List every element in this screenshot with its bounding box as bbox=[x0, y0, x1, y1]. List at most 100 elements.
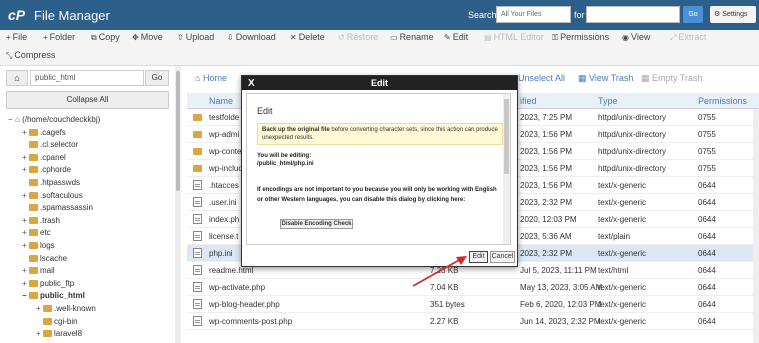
tree-scrollbar-thumb[interactable] bbox=[176, 71, 180, 191]
compress-button[interactable]: ⤡ Compress bbox=[6, 50, 55, 61]
expand-icon[interactable]: + bbox=[22, 265, 29, 277]
copy-icon: ⧉ bbox=[91, 33, 97, 42]
tree-item[interactable]: − public_html bbox=[22, 290, 85, 302]
tree-item[interactable]: cgi-bin bbox=[36, 316, 78, 328]
new-file-button[interactable]: + File bbox=[6, 32, 27, 42]
download-label: Download bbox=[235, 32, 276, 42]
collapse-icon[interactable]: − bbox=[22, 290, 29, 302]
path-input[interactable]: public_html bbox=[30, 70, 144, 86]
expand-icon[interactable]: + bbox=[22, 227, 29, 239]
path-go-button[interactable]: Go bbox=[145, 70, 169, 86]
unselect-all-link[interactable]: Unselect All bbox=[518, 73, 565, 83]
tree-item[interactable]: + .cphorde bbox=[22, 164, 71, 176]
file-permissions: 0644 bbox=[698, 232, 716, 241]
extract-button[interactable]: ⤢ Extract bbox=[670, 32, 706, 43]
tree-item[interactable]: + .softaculous bbox=[22, 190, 83, 202]
tree-item-label: .cpanel bbox=[40, 152, 66, 162]
dialog-heading: Edit bbox=[257, 106, 273, 116]
folder-icon bbox=[43, 317, 52, 325]
empty-trash-label: Empty Trash bbox=[652, 73, 703, 83]
file-permissions: 0755 bbox=[698, 164, 716, 173]
tree-item[interactable]: lscache bbox=[22, 253, 67, 265]
copy-button[interactable]: ⧉ Copy bbox=[91, 32, 120, 43]
view-trash-link[interactable]: ▦ View Trash bbox=[578, 73, 633, 84]
folder-icon bbox=[29, 128, 38, 136]
file-icon bbox=[193, 299, 202, 309]
tree-item-label: .cagefs bbox=[40, 127, 66, 137]
file-size: 7.04 KB bbox=[430, 283, 459, 292]
permissions-button[interactable]: ⚿ Permissions bbox=[552, 32, 609, 43]
home-icon: ⌂ bbox=[195, 73, 201, 83]
tree-item[interactable]: .cl.selector bbox=[22, 139, 78, 151]
settings-button[interactable]: ⚙ Settings bbox=[710, 6, 756, 23]
html-editor-button[interactable]: ▤ HTML Editor bbox=[484, 32, 544, 42]
expand-icon[interactable]: + bbox=[22, 127, 29, 139]
expand-icon[interactable]: + bbox=[22, 164, 29, 176]
tree-item[interactable]: + .trash bbox=[22, 215, 60, 227]
restore-button[interactable]: ↺ Restore bbox=[338, 32, 378, 42]
column-name-header[interactable]: Name bbox=[209, 96, 233, 106]
trash-icon: ▦ bbox=[578, 73, 587, 83]
delete-button[interactable]: ✕ Delete bbox=[290, 32, 325, 42]
column-permissions-header[interactable]: Permissions bbox=[698, 96, 747, 106]
column-type-header[interactable]: Type bbox=[598, 96, 618, 106]
edit-button[interactable]: ✎ Edit bbox=[444, 32, 468, 42]
new-folder-button[interactable]: + Folder bbox=[43, 32, 75, 42]
move-button[interactable]: ✥ Move bbox=[132, 32, 163, 42]
dialog-edit-button[interactable]: Edit bbox=[469, 251, 488, 263]
app-title: File Manager bbox=[34, 8, 110, 23]
search-input[interactable] bbox=[586, 6, 680, 23]
collapse-all-button[interactable]: Collapse All bbox=[6, 91, 169, 109]
file-modified: Feb 6, 2020, 12:03 PM bbox=[520, 300, 602, 309]
tree-item[interactable]: − ⌂ (/home/couchdeckkbj) bbox=[8, 114, 100, 126]
table-row[interactable]: wp-blog-header.php 351 bytes Feb 6, 2020, … bbox=[187, 296, 759, 313]
folder-icon bbox=[29, 292, 38, 300]
folder-icon bbox=[193, 131, 202, 138]
file-list-scrollbar[interactable] bbox=[753, 109, 759, 343]
expand-icon[interactable]: + bbox=[22, 190, 29, 202]
view-button[interactable]: ◉ View bbox=[622, 32, 650, 42]
tree-item[interactable]: .htpasswds bbox=[22, 177, 80, 189]
file-icon bbox=[193, 282, 202, 292]
tree-item[interactable]: + mail bbox=[22, 265, 55, 277]
expand-icon[interactable]: + bbox=[36, 328, 43, 340]
html-editor-icon: ▤ bbox=[484, 33, 492, 42]
tree-item[interactable]: + .cpanel bbox=[22, 152, 66, 164]
tree-item[interactable]: + .cagefs bbox=[22, 127, 66, 139]
dialog-scrollbar[interactable] bbox=[503, 94, 510, 244]
search-scope-select[interactable]: All Your Files bbox=[496, 6, 571, 23]
tree-item[interactable]: + public_ftp bbox=[22, 278, 74, 290]
file-name: readme.html bbox=[209, 266, 254, 275]
tree-item[interactable]: + laravel8 bbox=[36, 328, 82, 340]
column-modified-header[interactable]: ified bbox=[520, 96, 537, 106]
dialog-cancel-button[interactable]: Cancel bbox=[490, 251, 515, 263]
disable-encoding-check-button[interactable]: Disable Encoding Check bbox=[280, 219, 353, 229]
dialog-close-icon[interactable]: X bbox=[248, 77, 255, 91]
folder-icon bbox=[29, 279, 38, 287]
tree-item-label: public_html bbox=[40, 291, 85, 301]
file-modified: 2023, 1:56 PM bbox=[520, 147, 573, 156]
home-link[interactable]: ⌂ Home bbox=[195, 73, 227, 83]
empty-trash-link[interactable]: ▦ Empty Trash bbox=[641, 73, 703, 84]
expand-icon[interactable]: + bbox=[22, 215, 29, 227]
expand-icon[interactable]: + bbox=[22, 152, 29, 164]
dialog-scrollbar-thumb[interactable] bbox=[504, 99, 509, 174]
table-row[interactable]: wp-activate.php 7.04 KB May 13, 2023, 3:05… bbox=[187, 279, 759, 296]
table-row[interactable]: wp-comments-post.php 2.27 KB Jun 14, 2023,… bbox=[187, 313, 759, 330]
tree-item[interactable]: .spamassassin bbox=[22, 202, 93, 214]
file-name: wp-comments-post.php bbox=[209, 317, 293, 326]
tree-item[interactable]: + logs bbox=[22, 240, 55, 252]
tree-scrollbar[interactable] bbox=[175, 66, 181, 343]
tree-item[interactable]: + etc bbox=[22, 227, 51, 239]
home-directory-button[interactable]: ⌂ bbox=[6, 70, 28, 86]
tree-item[interactable]: + .well-known bbox=[36, 303, 96, 315]
tree-item-label: .cl.selector bbox=[40, 140, 79, 150]
search-go-button[interactable]: Go bbox=[683, 6, 703, 23]
expand-icon[interactable]: + bbox=[22, 278, 29, 290]
download-button[interactable]: ⇩ Download bbox=[227, 32, 276, 42]
expand-icon[interactable]: + bbox=[22, 240, 29, 252]
upload-button[interactable]: ⇧ Upload bbox=[177, 32, 214, 42]
rename-button[interactable]: ▭ Rename bbox=[390, 32, 434, 42]
expand-icon[interactable]: + bbox=[36, 303, 43, 315]
collapse-icon[interactable]: − bbox=[8, 114, 15, 126]
